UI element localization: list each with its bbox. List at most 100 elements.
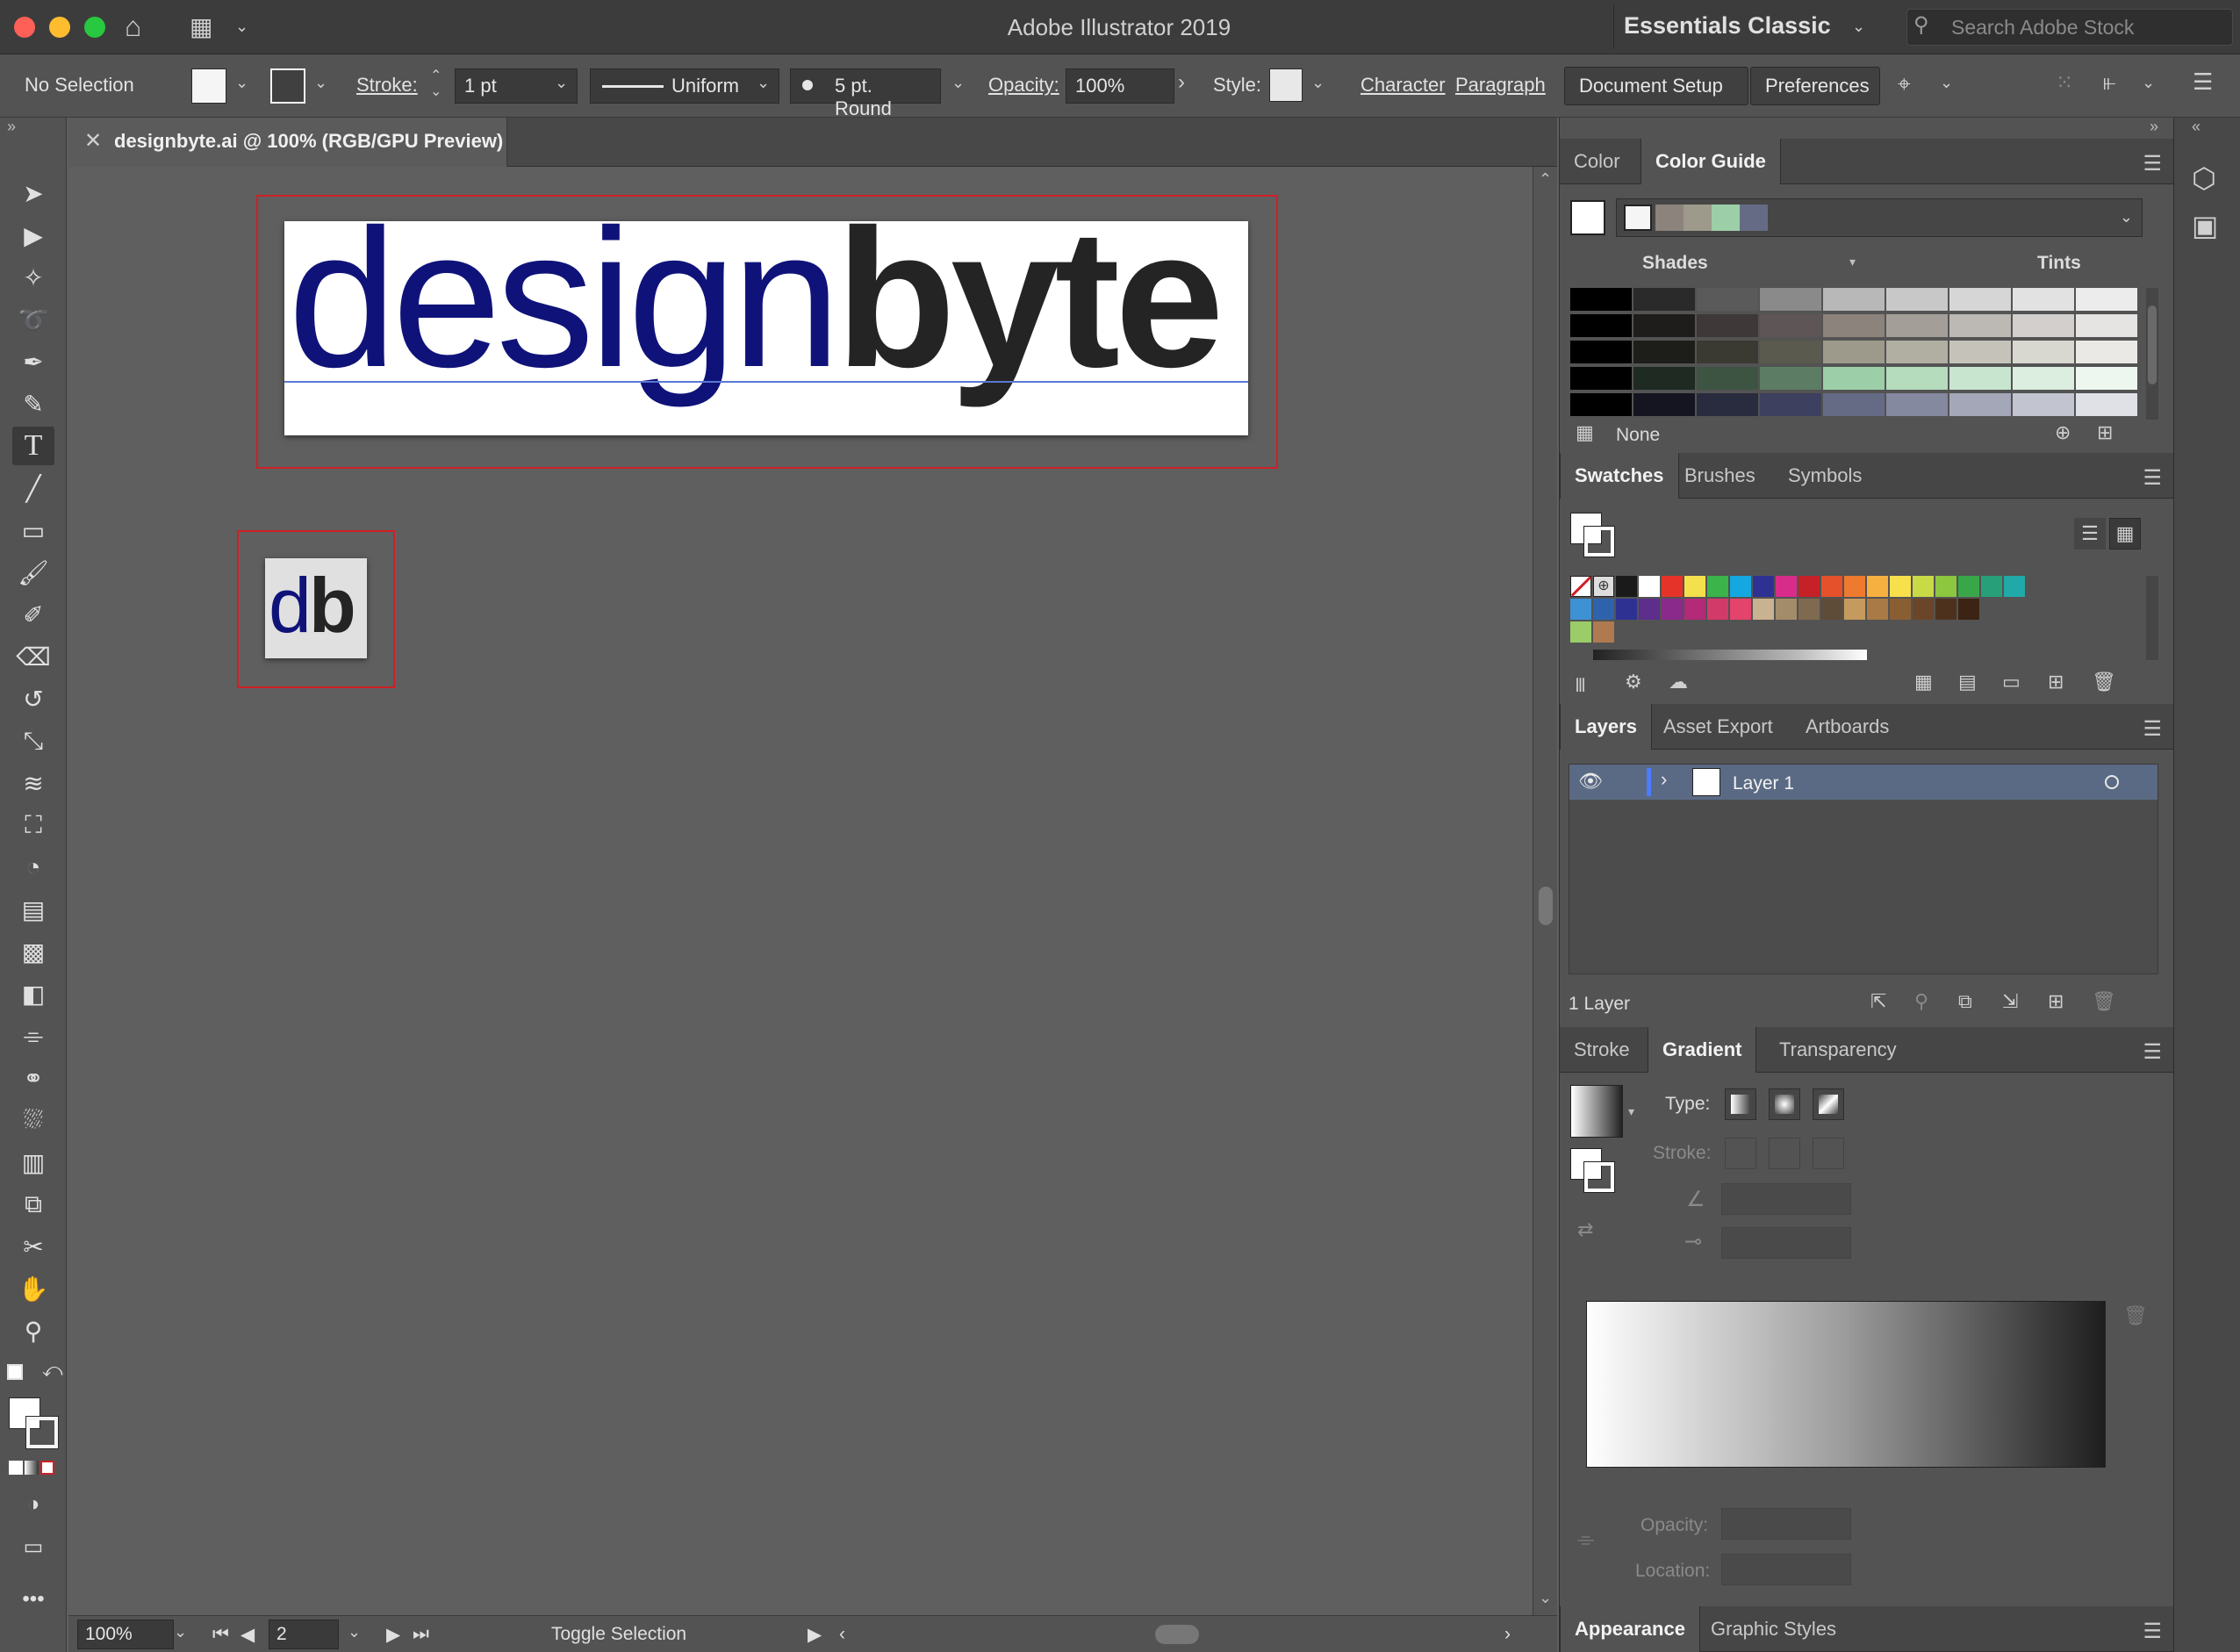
clipping-mask-icon[interactable]: ⧉ <box>1958 990 1972 1013</box>
color-guide-cell[interactable] <box>1697 393 1758 416</box>
color-swatch[interactable] <box>1684 599 1705 620</box>
pattern-swatch[interactable] <box>1593 621 1614 643</box>
workspace-switcher[interactable]: Essentials Classic <box>1624 12 1831 40</box>
color-guide-scroll-thumb[interactable] <box>2148 305 2157 384</box>
radial-gradient-button[interactable] <box>1769 1088 1800 1120</box>
panel-menu-icon[interactable]: ☰ <box>2143 1039 2162 1065</box>
opacity-arrow-icon[interactable]: › <box>1178 70 1185 95</box>
gradient-slider-preview[interactable] <box>1586 1301 2106 1468</box>
swatch-scrollbar[interactable] <box>2146 576 2158 660</box>
artboard-number-field[interactable]: 2 <box>269 1620 339 1649</box>
color-guide-cell[interactable] <box>1760 314 1821 337</box>
none-mode-icon[interactable] <box>40 1461 54 1475</box>
opacity-label[interactable]: Opacity: <box>988 74 1059 97</box>
save-color-group-icon[interactable]: ⊞ <box>2097 421 2113 444</box>
new-color-group-icon[interactable]: ▭ <box>2002 671 2021 693</box>
grayscale-swatch-row[interactable] <box>1593 650 1867 660</box>
color-guide-cell[interactable] <box>2076 288 2137 311</box>
gradient-eyedropper-icon[interactable]: ⌯ <box>1577 1527 1594 1552</box>
locate-object-icon[interactable]: ⚲ <box>1914 990 1928 1013</box>
vertical-scrollbar[interactable]: ⌃ ⌄ <box>1533 167 1557 1615</box>
delete-swatch-icon[interactable]: 🗑 <box>2092 671 2116 693</box>
stroke-across-icon[interactable] <box>1813 1138 1844 1169</box>
warp-tool-icon[interactable]: ≋ <box>12 764 54 802</box>
color-guide-cell[interactable] <box>1570 314 1632 337</box>
color-swatch[interactable] <box>1913 599 1934 620</box>
limit-to-swatch-icon[interactable]: ⊕ <box>2055 421 2071 444</box>
color-guide-cell[interactable] <box>1886 393 1948 416</box>
freeform-gradient-button[interactable] <box>1813 1088 1844 1120</box>
minimize-window-button[interactable] <box>49 17 70 38</box>
color-swatch[interactable] <box>1913 576 1934 597</box>
zoom-level-field[interactable]: 100% <box>77 1620 174 1649</box>
tab-transparency[interactable]: Transparency <box>1765 1027 1911 1073</box>
rectangle-tool-icon[interactable]: ▭ <box>12 511 54 549</box>
eyedropper-tool-icon[interactable]: ⌯ <box>12 1016 54 1055</box>
color-swatch[interactable] <box>1844 599 1865 620</box>
panel-menu-icon[interactable]: ☰ <box>2143 716 2162 742</box>
tab-graphic-styles[interactable]: Graphic Styles <box>1697 1606 1850 1652</box>
control-bar-menu-icon[interactable]: ☰ <box>2193 68 2213 96</box>
swatch-grid[interactable]: ⊕ <box>1570 576 2139 660</box>
color-swatch[interactable] <box>1867 599 1888 620</box>
stroke-indicator[interactable] <box>25 1416 59 1449</box>
color-swatch[interactable] <box>1821 576 1842 597</box>
tab-brushes[interactable]: Brushes <box>1670 453 1770 499</box>
mesh-tool-icon[interactable]: ▩ <box>12 932 54 971</box>
zoom-tool-icon[interactable]: ⚲ <box>12 1311 54 1350</box>
reverse-gradient-icon[interactable]: ⇄ <box>1577 1218 1593 1241</box>
color-guide-cell[interactable] <box>2013 288 2074 311</box>
scroll-up-icon[interactable]: ⌃ <box>1539 170 1552 189</box>
stroke-along-icon[interactable] <box>1769 1138 1800 1169</box>
swatch-options-icon[interactable]: ▦ <box>1914 671 1933 693</box>
color-swatch[interactable] <box>1890 576 1911 597</box>
opacity-field[interactable]: 100% <box>1066 68 1174 104</box>
registration-swatch[interactable]: ⊕ <box>1593 576 1614 597</box>
none-swatch[interactable] <box>1570 576 1592 597</box>
color-swatch[interactable] <box>1639 599 1660 620</box>
shades-chevron-icon[interactable]: ▾ <box>1849 255 1856 269</box>
color-swatch[interactable] <box>1890 599 1911 620</box>
hand-tool-icon[interactable]: ✋ <box>12 1269 54 1308</box>
chevron-down-icon[interactable]: ⌄ <box>235 18 248 36</box>
gradient-thumbnail[interactable] <box>1570 1085 1623 1138</box>
color-guide-cell[interactable] <box>1886 288 1948 311</box>
select-similar-icon[interactable]: ⌖ <box>1898 70 1911 98</box>
first-artboard-icon[interactable]: ⏮ <box>212 1624 229 1645</box>
eraser-tool-icon[interactable]: ⌫ <box>12 637 54 676</box>
perspective-grid-tool-icon[interactable]: ▤ <box>12 890 54 929</box>
new-layer-icon[interactable]: ⊞ <box>2048 990 2064 1013</box>
collapse-tools-icon[interactable]: » <box>7 118 16 136</box>
shape-builder-tool-icon[interactable]: ◔ <box>12 848 54 887</box>
export-icon[interactable]: ⇱ <box>1870 990 1886 1013</box>
color-guide-cell[interactable] <box>1570 367 1632 390</box>
color-guide-cell[interactable] <box>2076 341 2137 363</box>
document-tab[interactable]: ✕ designbyte.ai @ 100% (RGB/GPU Preview) <box>68 118 507 167</box>
type-tool-icon[interactable]: T <box>12 427 54 465</box>
color-swatch[interactable] <box>1798 599 1820 620</box>
gradient-location-field[interactable] <box>1721 1554 1851 1585</box>
properties-icon[interactable]: ▣ <box>2192 209 2218 242</box>
brush-chevron-icon[interactable]: ⌄ <box>951 74 965 92</box>
graphic-style-swatch[interactable] <box>1269 68 1303 102</box>
color-swatch[interactable] <box>1935 576 1956 597</box>
tab-stroke[interactable]: Stroke <box>1560 1027 1644 1073</box>
blend-tool-icon[interactable]: ⚭ <box>12 1059 54 1097</box>
color-guide-cell[interactable] <box>1886 341 1948 363</box>
icon-text[interactable]: db <box>269 563 356 649</box>
color-swatch[interactable] <box>1639 576 1660 597</box>
harmony-color-swatch[interactable] <box>1712 205 1740 231</box>
color-guide-cell[interactable] <box>1633 367 1695 390</box>
tab-asset-export[interactable]: Asset Export <box>1649 704 1787 750</box>
gradient-opacity-field[interactable] <box>1721 1508 1851 1540</box>
color-guide-cell[interactable] <box>1823 288 1885 311</box>
color-guide-cell[interactable] <box>1949 393 2011 416</box>
panel-menu-icon[interactable]: ☰ <box>2143 151 2162 176</box>
tab-color[interactable]: Color <box>1560 139 1634 184</box>
stroke-label[interactable]: Stroke: <box>356 74 418 97</box>
tab-artboards[interactable]: Artboards <box>1791 704 1903 750</box>
color-guide-cell[interactable] <box>1697 314 1758 337</box>
character-link[interactable]: Character <box>1361 74 1446 97</box>
scroll-left-icon[interactable]: ‹ <box>839 1624 845 1645</box>
selection-tool-icon[interactable]: ➤ <box>12 174 54 212</box>
